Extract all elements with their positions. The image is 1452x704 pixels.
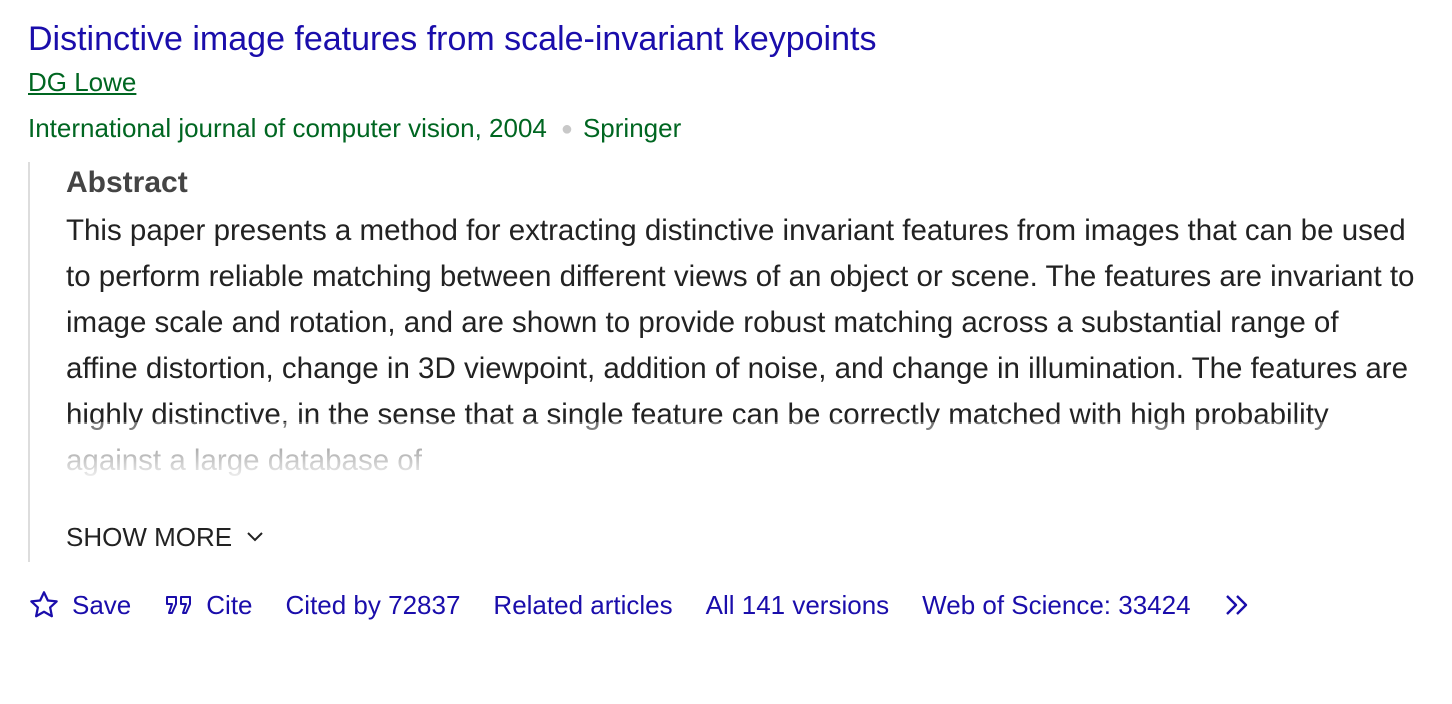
abstract-fade-overlay — [66, 422, 1416, 484]
abstract-heading: Abstract — [66, 166, 188, 199]
cite-button[interactable]: Cite — [164, 588, 253, 622]
save-button[interactable]: Save — [28, 588, 131, 622]
related-articles-link[interactable]: Related articles — [493, 588, 672, 622]
star-icon — [30, 591, 58, 618]
cite-label: Cite — [206, 590, 253, 620]
show-more-label: SHOW MORE — [66, 522, 233, 552]
venue-text: International journal of computer vision… — [28, 113, 547, 143]
double-chevron-right-icon — [1225, 595, 1247, 615]
quote-icon — [166, 596, 192, 614]
result-title-link[interactable]: Distinctive image features from scale-in… — [28, 18, 1418, 60]
publisher-text: Springer — [582, 113, 682, 143]
search-result: Distinctive image features from scale-in… — [28, 18, 1418, 147]
author-link[interactable]: DG Lowe — [28, 65, 136, 99]
abstract-panel: Abstract This paper presents a method fo… — [28, 162, 1420, 562]
web-of-science-link[interactable]: Web of Science: 33424 — [922, 588, 1190, 622]
publication-info: International journal of computer vision… — [28, 112, 1418, 147]
chevron-down-icon — [247, 532, 263, 542]
cited-by-link[interactable]: Cited by 72837 — [286, 588, 461, 622]
save-label: Save — [72, 590, 132, 620]
separator-dot: ● — [560, 118, 573, 140]
more-actions-button[interactable] — [1224, 592, 1258, 618]
abstract-text: This paper presents a method for extract… — [66, 208, 1416, 484]
action-bar: Save Cite Cited by 72837 Related article… — [28, 588, 1258, 622]
all-versions-link[interactable]: All 141 versions — [706, 588, 890, 622]
show-more-button[interactable]: SHOW MORE — [66, 520, 264, 554]
